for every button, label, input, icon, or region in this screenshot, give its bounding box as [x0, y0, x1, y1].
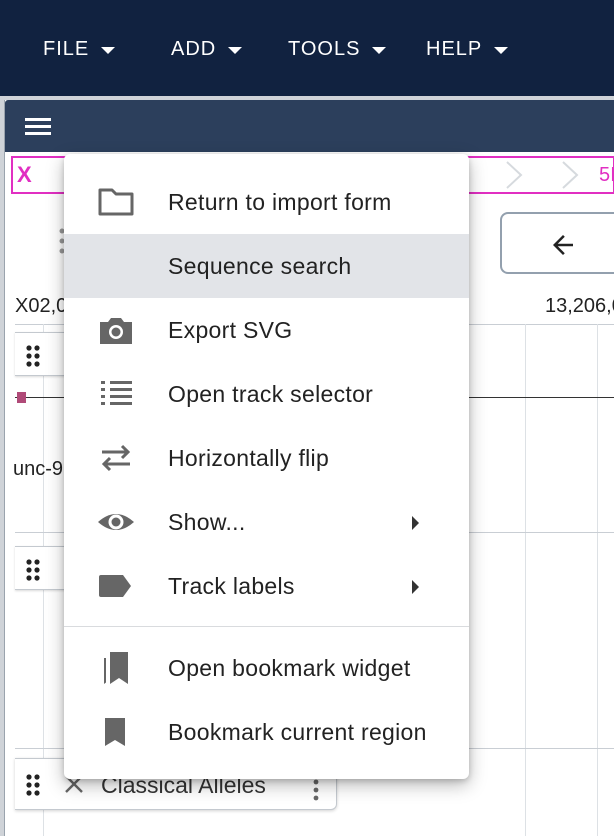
caret-down-icon: [494, 46, 509, 54]
app-bar: FILE ADD TOOLS HELP: [0, 0, 614, 96]
region-chromosome-label: X: [17, 162, 32, 187]
menu-item-label: Track labels: [168, 573, 295, 599]
bookmark-icon: [105, 718, 125, 746]
camera-icon: [100, 318, 132, 344]
caret-down-icon: [101, 46, 116, 54]
view-header: [5, 100, 614, 152]
menu-item-label: Show...: [168, 509, 246, 535]
hamburger-menu-icon[interactable]: [25, 118, 51, 136]
folder-icon: [98, 188, 134, 216]
menu-item-label: Horizontally flip: [168, 445, 330, 471]
arrow-left-icon: [553, 235, 573, 255]
chevron-right-icon: [562, 161, 579, 189]
menu-item-sequence-search[interactable]: Sequence search: [64, 234, 469, 298]
track-handle[interactable]: [15, 332, 71, 376]
submenu-arrow-icon: [412, 516, 419, 530]
gridline: [597, 324, 598, 836]
list-icon: [101, 381, 132, 405]
feature-label[interactable]: unc-9: [13, 458, 63, 481]
menu-item-label: Open bookmark widget: [168, 655, 411, 681]
gridline: [525, 324, 526, 836]
region-end-label: 5I: [599, 164, 614, 186]
menu-item-export-svg[interactable]: Export SVG: [64, 298, 469, 362]
ruler-right-coordinate: 13,206,0: [545, 295, 614, 317]
menu-divider: [64, 626, 469, 627]
eye-icon: [98, 514, 134, 530]
track-handle[interactable]: [15, 546, 71, 590]
menu-item-return-to-import-form[interactable]: Return to import form: [64, 170, 469, 234]
menu-item-label: Return to import form: [168, 189, 392, 215]
drag-handle-icon[interactable]: [25, 774, 41, 796]
swap-horiz-icon: [101, 444, 131, 472]
caret-down-icon: [228, 46, 243, 54]
menu-item-label: Bookmark current region: [168, 719, 427, 745]
add-menu-label: ADD: [171, 37, 217, 60]
menu-item-label: Export SVG: [168, 317, 293, 343]
file-menu-button[interactable]: FILE: [43, 36, 116, 62]
help-menu-label: HELP: [426, 37, 483, 60]
menu-item-label: Open track selector: [168, 381, 374, 407]
caret-down-icon: [372, 46, 387, 54]
ruler-left-coordinate: X02,0: [15, 295, 68, 317]
menu-item-horizontally-flip[interactable]: Horizontally flip: [64, 426, 469, 490]
add-menu-button[interactable]: ADD: [171, 36, 243, 62]
pan-left-button[interactable]: [500, 212, 614, 274]
menu-item-open-track-selector[interactable]: Open track selector: [64, 362, 469, 426]
bookmarks-icon: [104, 652, 128, 684]
view-options-menu: Return to import form Sequence search Ex…: [64, 154, 469, 779]
drag-handle-icon[interactable]: [25, 345, 41, 367]
more-vert-icon[interactable]: [313, 779, 319, 801]
tools-menu-button[interactable]: TOOLS: [288, 36, 387, 62]
drag-handle-icon[interactable]: [25, 559, 41, 581]
feature-marker[interactable]: [17, 392, 26, 403]
menu-item-label: Sequence search: [168, 253, 352, 279]
menu-item-show[interactable]: Show...: [64, 490, 469, 554]
label-icon: [99, 575, 131, 597]
submenu-arrow-icon: [412, 580, 419, 594]
menu-item-bookmark-current-region[interactable]: Bookmark current region: [64, 700, 469, 764]
menu-item-open-bookmark-widget[interactable]: Open bookmark widget: [64, 636, 469, 700]
chevron-right-icon: [506, 161, 523, 189]
file-menu-label: FILE: [43, 37, 90, 60]
tools-menu-label: TOOLS: [288, 37, 361, 60]
menu-item-track-labels[interactable]: Track labels: [64, 554, 469, 618]
help-menu-button[interactable]: HELP: [426, 36, 509, 62]
